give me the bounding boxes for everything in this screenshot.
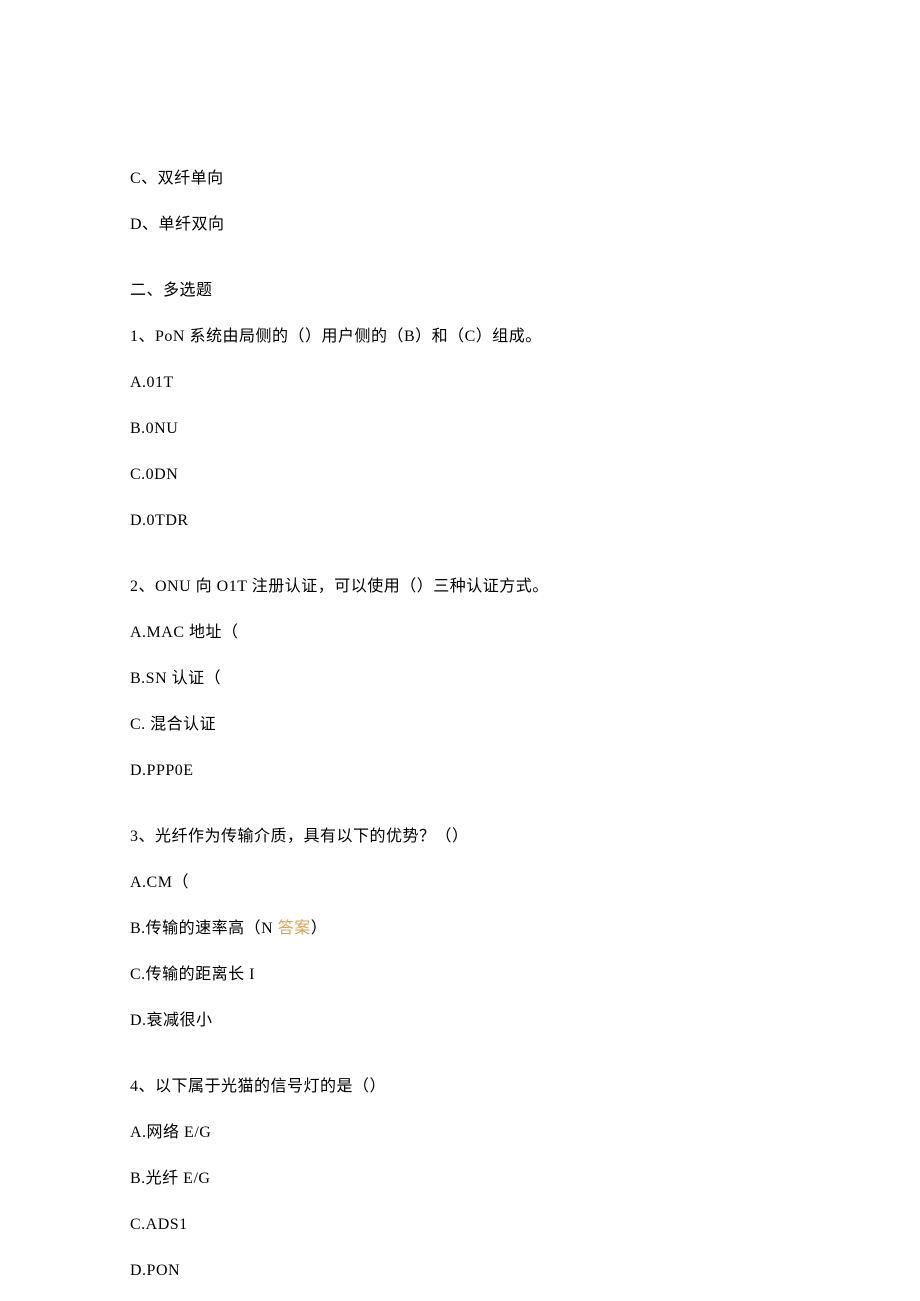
q3-option-b-suffix: ） (311, 920, 328, 937)
q3-stem: 3、光纤作为传输介质，具有以下的优势？（） (130, 823, 790, 851)
q1-option-d: D.0TDR (130, 507, 790, 535)
q2-option-c: C. 混合认证 (130, 711, 790, 739)
q3-option-c: C.传输的距离长 I (130, 961, 790, 989)
section-heading: 二、多选题 (130, 277, 790, 305)
q4-option-d: D.PON (130, 1257, 790, 1285)
q4-option-b: B.光纤 E/G (130, 1165, 790, 1193)
q2-option-d: D.PPP0E (130, 757, 790, 785)
q4-option-c: C.ADS1 (130, 1211, 790, 1239)
q1-stem: 1、PoN 系统由局侧的（）用户侧的（B）和（C）组成。 (130, 323, 790, 351)
q3-option-d: D.衰减很小 (130, 1007, 790, 1035)
q4-stem: 4、以下属于光猫的信号灯的是（） (130, 1073, 790, 1101)
document-page: C、双纤单向 D、单纤双向 二、多选题 1、PoN 系统由局侧的（）用户侧的（B… (0, 0, 920, 1285)
q3-option-b: B.传输的速率高（N 答案） (130, 915, 790, 943)
prev-option-d: D、单纤双向 (130, 211, 790, 239)
q4-option-a: A.网络 E/G (130, 1119, 790, 1147)
q1-option-b: B.0NU (130, 415, 790, 443)
q3-option-b-prefix: B.传输的速率高（N (130, 920, 278, 937)
q3-option-b-highlight: 答案 (278, 920, 311, 937)
q1-option-a: A.01T (130, 369, 790, 397)
prev-option-c: C、双纤单向 (130, 165, 790, 193)
q2-stem: 2、ONU 向 O1T 注册认证，可以使用（）三种认证方式。 (130, 573, 790, 601)
q2-option-a: A.MAC 地址（ (130, 619, 790, 647)
q1-option-c: C.0DN (130, 461, 790, 489)
q2-option-b: B.SN 认证（ (130, 665, 790, 693)
q3-option-a: A.CM（ (130, 869, 790, 897)
